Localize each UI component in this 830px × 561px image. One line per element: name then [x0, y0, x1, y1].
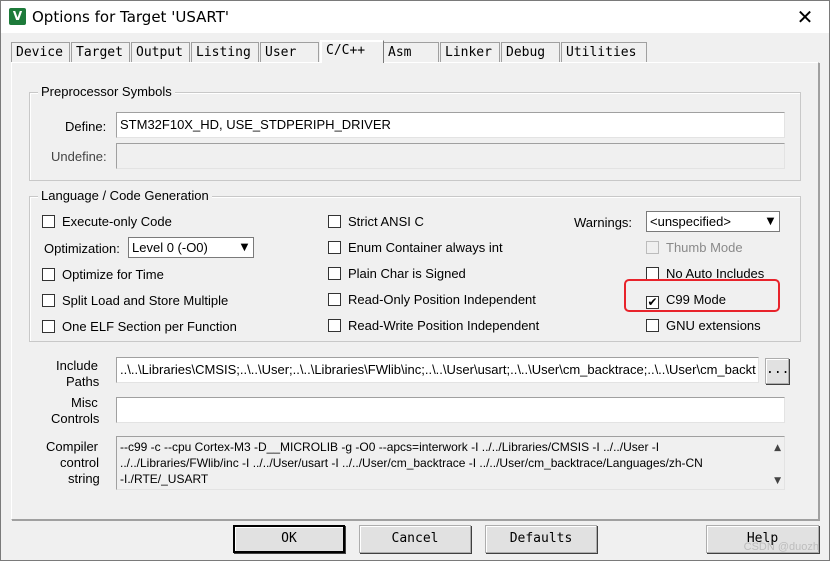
- optimize-for-time-checkbox[interactable]: Optimize for Time: [42, 267, 164, 283]
- compiler-label-line1: Compiler: [46, 439, 99, 454]
- warnings-label: Warnings:: [574, 215, 633, 230]
- define-field[interactable]: STM32F10X_HD, USE_STDPERIPH_DRIVER: [116, 112, 785, 138]
- compiler-string-line2: ../../Libraries/FWlib/inc -I ../../User/…: [120, 456, 703, 470]
- scroll-down-icon[interactable]: ▼: [774, 473, 781, 489]
- defaults-button[interactable]: Defaults: [485, 525, 597, 553]
- include-paths-browse-button[interactable]: ...: [765, 358, 789, 384]
- window-title: Options for Target 'USART': [32, 8, 229, 26]
- checkbox-box: [646, 241, 659, 254]
- checkbox-box: [328, 319, 341, 332]
- plain-char-signed-checkbox[interactable]: Plain Char is Signed: [328, 266, 466, 282]
- read-only-pi-checkbox[interactable]: Read-Only Position Independent: [328, 292, 536, 308]
- ok-button[interactable]: OK: [233, 525, 345, 553]
- undefine-field[interactable]: [116, 143, 785, 169]
- compiler-control-string[interactable]: --c99 -c --cpu Cortex-M3 -D__MICROLIB -g…: [116, 436, 785, 490]
- tab-asm[interactable]: Asm: [383, 42, 439, 62]
- cancel-button[interactable]: Cancel: [359, 525, 471, 553]
- define-label: Define:: [65, 119, 107, 134]
- include-label-line1: Include: [56, 358, 98, 373]
- strict-ansi-c-checkbox[interactable]: Strict ANSI C: [328, 214, 424, 230]
- read-write-pi-checkbox[interactable]: Read-Write Position Independent: [328, 318, 539, 334]
- misc-label-line2: Controls: [51, 411, 100, 426]
- checkbox-box: [42, 320, 55, 333]
- include-paths-field[interactable]: ..\..\Libraries\CMSIS;..\..\User;..\..\L…: [116, 357, 759, 383]
- tab-debug[interactable]: Debug: [501, 42, 560, 62]
- tab-user[interactable]: User: [260, 42, 319, 62]
- checkbox-box: [328, 241, 341, 254]
- red-highlight-annotation: [624, 279, 780, 312]
- one-elf-section-checkbox[interactable]: One ELF Section per Function: [42, 319, 237, 335]
- misc-label-line1: Misc: [71, 395, 98, 410]
- optimization-label: Optimization:: [44, 241, 120, 256]
- checkbox-box: [42, 268, 55, 281]
- keil-uvision-icon: V: [9, 8, 26, 25]
- close-button[interactable]: ✕: [793, 5, 817, 29]
- watermark-text: CSDN @duozh: [743, 541, 819, 553]
- enum-container-checkbox[interactable]: Enum Container always int: [328, 240, 503, 256]
- tab-c-cpp[interactable]: C/C++: [320, 40, 384, 63]
- compiler-label-line3: string: [68, 471, 100, 486]
- checkbox-box: [328, 215, 341, 228]
- dropdown-arrow-icon: ▼: [766, 216, 775, 227]
- scroll-up-icon[interactable]: ▲: [774, 440, 781, 456]
- checkbox-box: [646, 319, 659, 332]
- compiler-label-line2: control: [60, 455, 100, 470]
- tab-linker[interactable]: Linker: [440, 42, 500, 62]
- options-dialog: V Options for Target 'USART' ✕ Device Ta…: [0, 0, 830, 561]
- dropdown-arrow-icon: ▼: [240, 242, 249, 253]
- tab-device[interactable]: Device: [11, 42, 70, 62]
- optimization-select[interactable]: Level 0 (-O0) ▼: [128, 237, 254, 258]
- warnings-select[interactable]: <unspecified> ▼: [646, 211, 780, 232]
- misc-controls-field[interactable]: [116, 397, 785, 423]
- language-code-generation-title: Language / Code Generation: [38, 188, 212, 203]
- split-load-store-checkbox[interactable]: Split Load and Store Multiple: [42, 293, 228, 309]
- undefine-label: Undefine:: [51, 149, 107, 164]
- compiler-string-line1: --c99 -c --cpu Cortex-M3 -D__MICROLIB -g…: [120, 440, 660, 454]
- tab-utilities[interactable]: Utilities: [561, 42, 647, 62]
- gnu-extensions-checkbox[interactable]: GNU extensions: [646, 318, 761, 334]
- tab-target[interactable]: Target: [71, 42, 130, 62]
- title-bar: V Options for Target 'USART' ✕: [1, 1, 829, 33]
- thumb-mode-checkbox[interactable]: Thumb Mode: [646, 240, 743, 256]
- tab-listing[interactable]: Listing: [191, 42, 259, 62]
- execute-only-code-checkbox[interactable]: Execute-only Code: [42, 214, 172, 230]
- checkbox-box: [42, 215, 55, 228]
- checkbox-box: [328, 267, 341, 280]
- include-label-line2: Paths: [66, 374, 100, 389]
- compiler-string-line3: -I./RTE/_USART: [120, 472, 209, 486]
- tab-output[interactable]: Output: [131, 42, 190, 62]
- preprocessor-symbols-title: Preprocessor Symbols: [38, 84, 175, 99]
- checkbox-box: [328, 293, 341, 306]
- checkbox-box: [42, 294, 55, 307]
